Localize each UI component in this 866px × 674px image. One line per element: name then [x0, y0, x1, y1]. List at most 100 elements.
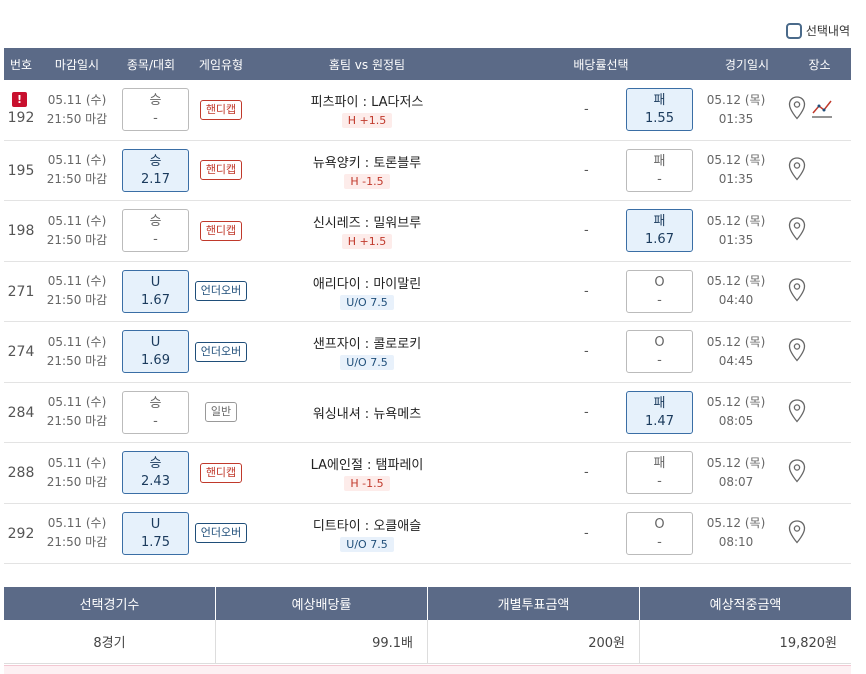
type-cell: 언더오버 — [186, 281, 256, 302]
game-type-badge: 핸디캡 — [199, 462, 243, 483]
type-cell: 핸디캡 — [186, 220, 256, 241]
location-pin-icon[interactable] — [788, 156, 806, 181]
place-cell — [788, 338, 806, 362]
game-number: 288 — [7, 465, 35, 481]
game-type-badge: 언더오버 — [194, 523, 248, 544]
summary-table: 선택경기수 예상배당률 개별투표금액 예상적중금액 8경기 99.1배 200원… — [4, 587, 851, 664]
header-type: 게임유형 — [198, 57, 244, 72]
odds-away-button[interactable]: O - — [626, 511, 693, 555]
location-pin-icon[interactable] — [788, 96, 806, 120]
odds-home-button[interactable]: 승 2.43 — [122, 451, 189, 494]
table-row: 288 05.11 (수) 21:50 마감 MLB 핸디캡 LA에인절 : 탬… — [4, 443, 851, 504]
header-sport: 종목/대회 — [126, 57, 176, 72]
odds-away-button[interactable]: 패 - — [626, 451, 693, 494]
teams-cell: 피츠파이 : LA다저스 H +1.5 — [256, 91, 478, 129]
type-cell: 일반 — [186, 402, 256, 423]
place-cell — [788, 277, 806, 302]
game-date: 05.12 (목) — [706, 213, 766, 228]
line-tag: U/O 7.5 — [340, 294, 394, 310]
game-type-badge: 핸디캡 — [199, 160, 243, 181]
odds-home-button[interactable]: U 1.69 — [122, 330, 189, 373]
table-row: 195 05.11 (수) 21:50 마감 MLB 핸디캡 뉴욕양키 : 토론… — [4, 141, 851, 201]
odds-home-button[interactable]: U 1.75 — [122, 511, 189, 555]
location-pin-icon[interactable] — [788, 277, 806, 302]
line-tag: H -1.5 — [344, 173, 390, 189]
match-teams: 뉴욕양키 : 토론블루 — [312, 155, 422, 171]
odds-away-label: O — [654, 516, 665, 532]
deadline-time: 21:50 마감 — [46, 293, 108, 308]
game-type-badge: 언더오버 — [194, 281, 248, 302]
odds-away-label: 패 — [653, 93, 666, 108]
odds-away-button[interactable]: 패 1.55 — [626, 88, 693, 131]
deadline-date: 05.11 (수) — [47, 395, 107, 410]
type-cell: 핸디캡 — [186, 160, 256, 181]
match-teams: LA에인절 : 탬파레이 — [310, 458, 424, 474]
game-date-cell: 05.12 (목) 08:10 — [700, 514, 772, 552]
game-date: 05.12 (목) — [706, 274, 766, 289]
odds-home-label: U — [150, 274, 161, 290]
deadline-time: 21:50 마감 — [46, 172, 108, 187]
odds-away-value: 1.55 — [645, 111, 674, 126]
location-pin-icon[interactable] — [788, 338, 806, 362]
checkbox-icon[interactable] — [785, 22, 802, 39]
odds-draw: - — [584, 223, 589, 238]
odds-home-label: 승 — [149, 456, 162, 471]
odds-away-button[interactable]: 패 1.67 — [626, 209, 693, 252]
odds-away-button[interactable]: O - — [626, 330, 693, 373]
summary-stake: 200원 — [428, 620, 640, 663]
table-row: 271 05.11 (수) 21:50 마감 MLB 언더오버 애리다이 : 마… — [4, 262, 851, 322]
deadline-cell: 05.11 (수) 21:50 마감 — [38, 514, 116, 552]
odds-draw: - — [584, 465, 589, 480]
location-pin-icon[interactable] — [788, 217, 806, 241]
odds-home-value: 1.75 — [141, 534, 170, 550]
game-type-badge: 핸디캡 — [199, 220, 243, 241]
summary-head-stake: 개별투표금액 — [428, 587, 640, 620]
odds-home-value: 2.43 — [141, 474, 170, 489]
game-number-cell: 284 — [4, 383, 38, 443]
odds-home-button[interactable]: 승 - — [122, 88, 189, 131]
type-cell: 핸디캡 — [186, 99, 256, 120]
odds-home-value: - — [153, 111, 158, 126]
odds-draw: - — [584, 525, 589, 541]
odds-away-button[interactable]: O - — [626, 269, 693, 313]
match-teams: 애리다이 : 마이말린 — [312, 276, 422, 292]
line-tag: H -1.5 — [344, 476, 390, 492]
teams-cell: 신시레즈 : 밀워브루 H +1.5 — [256, 212, 478, 250]
deadline-cell: 05.11 (수) 21:50 마감 — [38, 272, 116, 310]
odds-home-value: 2.17 — [141, 171, 170, 187]
deadline-cell: 05.11 (수) 21:50 마감 — [38, 212, 116, 250]
game-date-cell: 05.12 (목) 01:35 — [700, 212, 772, 250]
odds-home-button[interactable]: 승 - — [122, 209, 189, 252]
summary-head-payout: 예상적중금액 — [709, 598, 782, 613]
odds-away-button[interactable]: 패 - — [626, 148, 693, 192]
odds-home-button[interactable]: 승 2.17 — [122, 148, 189, 192]
game-time: 01:35 — [718, 172, 754, 187]
odds-away-value: - — [657, 292, 662, 308]
selection-toggle[interactable]: 선택내역 — [785, 22, 850, 39]
location-pin-icon[interactable] — [788, 519, 806, 544]
table-row: 292 05.11 (수) 21:50 마감 MLB 언더오버 디트타이 : 오… — [4, 504, 851, 564]
table-row: 274 05.11 (수) 21:50 마감 MLB 언더오버 샌프자이 : 콜… — [4, 322, 851, 383]
game-type-badge: 핸디캡 — [199, 99, 243, 120]
notice-strip — [4, 665, 851, 674]
teams-cell: 디트타이 : 오클애슬 U/O 7.5 — [256, 515, 478, 552]
odds-away-button[interactable]: 패 1.47 — [626, 390, 693, 434]
location-pin-icon[interactable] — [788, 398, 806, 423]
odds-home-button[interactable]: U 1.67 — [122, 269, 189, 313]
game-date-cell: 05.12 (목) 04:45 — [700, 333, 772, 371]
deadline-date: 05.11 (수) — [47, 516, 107, 531]
location-pin-icon[interactable] — [788, 459, 806, 483]
odds-home-button[interactable]: 승 - — [122, 390, 189, 434]
trend-chart-icon[interactable] — [810, 96, 834, 120]
type-cell: 언더오버 — [186, 341, 256, 362]
teams-cell: 뉴욕양키 : 토론블루 H -1.5 — [256, 152, 478, 189]
game-number: 195 — [7, 162, 35, 179]
game-number: 284 — [7, 404, 35, 421]
game-time: 04:45 — [718, 353, 754, 368]
game-time: 08:10 — [718, 535, 754, 550]
place-cell — [788, 519, 806, 544]
game-number-cell: ! 192 — [4, 80, 38, 140]
game-date-cell: 05.12 (목) 04:40 — [700, 272, 772, 310]
header-deadline: 마감일시 — [54, 57, 100, 72]
game-date-cell: 05.12 (목) 08:05 — [700, 393, 772, 431]
